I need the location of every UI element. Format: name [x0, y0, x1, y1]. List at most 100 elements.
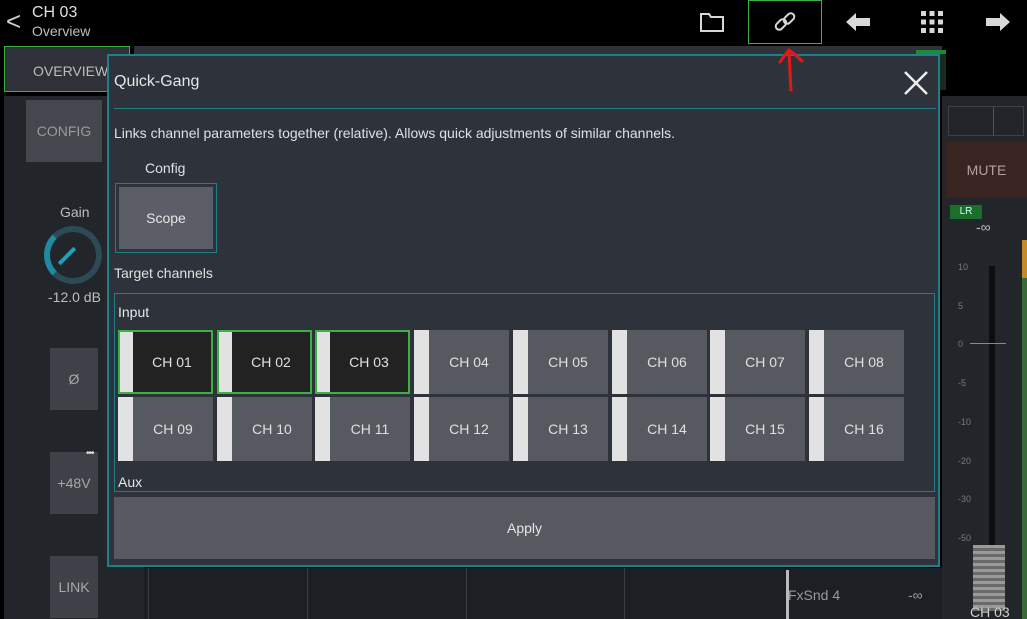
channel-color-strip — [317, 332, 330, 392]
channel-button-ch-09[interactable]: CH 09 — [118, 397, 213, 461]
phase-button[interactable]: Ø — [50, 348, 98, 410]
fader-track — [989, 266, 995, 586]
lr-badge: LR — [950, 205, 982, 219]
fx-send-label: FxSnd 4 — [788, 587, 841, 603]
channel-button-ch-06[interactable]: CH 06 — [612, 330, 707, 394]
divider — [466, 568, 467, 619]
channel-button-label: CH 14 — [647, 421, 687, 437]
dialog-description: Links channel parameters together (relat… — [114, 125, 676, 141]
divider — [624, 568, 625, 619]
gain-value: -12.0 dB — [48, 289, 101, 305]
channel-color-strip — [513, 330, 528, 394]
channel-button-ch-08[interactable]: CH 08 — [809, 330, 904, 394]
channel-button-label: CH 05 — [548, 354, 588, 370]
arrow-right-icon — [985, 13, 1010, 31]
channel-color-strip — [217, 397, 232, 461]
annotation-arrow-icon — [778, 48, 804, 92]
fader-handle[interactable] — [973, 545, 1005, 611]
meter-display — [948, 106, 1024, 136]
channel-button-ch-10[interactable]: CH 10 — [217, 397, 312, 461]
config-section-label: Config — [145, 160, 186, 176]
channel-color-strip — [315, 397, 330, 461]
scale-tick: -50 — [958, 533, 972, 543]
more-icon: ••• — [86, 448, 94, 459]
mute-button[interactable]: MUTE — [946, 142, 1027, 198]
channel-button-ch-12[interactable]: CH 12 — [414, 397, 509, 461]
scale-tick: -5 — [958, 378, 967, 388]
channel-button-ch-14[interactable]: CH 14 — [612, 397, 707, 461]
aux-section-label: Aux — [118, 474, 143, 490]
fader-level: -∞ — [976, 219, 991, 235]
channel-button-label: CH 15 — [745, 421, 785, 437]
back-icon[interactable]: < — [6, 8, 21, 34]
scale-tick: -30 — [958, 494, 972, 504]
channel-color-strip — [612, 397, 627, 461]
channel-button-ch-13[interactable]: CH 13 — [513, 397, 608, 461]
channel-button-label: CH 06 — [647, 354, 687, 370]
channel-button-ch-05[interactable]: CH 05 — [513, 330, 608, 394]
link-side-button[interactable]: LINK — [50, 556, 98, 618]
dialog-divider — [114, 108, 936, 109]
level-meter — [1022, 240, 1027, 619]
channel-button-label: CH 12 — [449, 421, 489, 437]
channel-color-strip — [414, 397, 429, 461]
channel-color-strip — [219, 332, 232, 392]
dialog-title: Quick-Gang — [114, 73, 200, 90]
channel-color-strip — [513, 397, 528, 461]
close-icon — [904, 71, 928, 95]
phantom-power-button[interactable]: +48V — [50, 452, 98, 514]
input-section-label: Input — [118, 304, 150, 320]
channel-button-ch-03[interactable]: CH 03 — [315, 330, 410, 394]
grid-icon — [921, 11, 943, 33]
channel-button-ch-11[interactable]: CH 11 — [315, 397, 410, 461]
channel-button-ch-01[interactable]: CH 01 — [118, 330, 213, 394]
channel-button-ch-07[interactable]: CH 07 — [710, 330, 805, 394]
channel-button-label: CH 13 — [548, 421, 588, 437]
link-icon — [774, 12, 796, 31]
config-button[interactable]: CONFIG — [26, 100, 102, 162]
channel-button-label: CH 10 — [252, 421, 292, 437]
channel-button-ch-16[interactable]: CH 16 — [809, 397, 904, 461]
channel-button-ch-04[interactable]: CH 04 — [414, 330, 509, 394]
scale-tick: 0 — [958, 339, 964, 349]
close-button[interactable] — [901, 68, 931, 98]
channel-button-ch-02[interactable]: CH 02 — [217, 330, 312, 394]
divider — [307, 568, 308, 619]
tab-overview-label: OVERVIEW — [33, 63, 109, 79]
channel-color-strip — [612, 330, 627, 394]
channel-button-label: CH 09 — [153, 421, 193, 437]
previous-button[interactable] — [822, 0, 894, 44]
gain-knob[interactable] — [44, 226, 102, 284]
next-button[interactable] — [968, 0, 1027, 44]
target-channels-panel[interactable]: Input Aux CH 01 CH 02 CH 03 CH 04 CH 05 CH 06… — [114, 293, 935, 492]
scale-tick: 10 — [958, 262, 969, 272]
channel-title: CH 03 — [32, 4, 78, 21]
channel-button-ch-15[interactable]: CH 15 — [710, 397, 805, 461]
grid-button[interactable] — [896, 0, 968, 44]
channel-button-label: CH 11 — [350, 421, 390, 437]
arrow-left-icon — [846, 13, 870, 31]
scale-tick: -20 — [958, 456, 972, 466]
apply-button[interactable]: Apply — [114, 497, 935, 559]
channel-color-strip — [120, 332, 133, 392]
scope-button-label: Scope — [119, 187, 213, 249]
channel-color-strip — [414, 330, 429, 394]
top-bar: < CH 03 Overview — [0, 0, 1027, 44]
fx-send-level: -∞ — [908, 587, 923, 603]
folder-button[interactable] — [676, 0, 748, 44]
channel-button-label: CH 16 — [844, 421, 884, 437]
channel-color-strip — [710, 330, 725, 394]
scale-tick: -10 — [958, 417, 972, 427]
divider — [148, 568, 149, 619]
link-button[interactable] — [748, 0, 822, 44]
fader-channel-label: CH 03 — [970, 604, 1010, 619]
scale-tick: 5 — [958, 301, 964, 311]
channel-button-label: CH 04 — [449, 354, 489, 370]
channel-button-label: CH 03 — [349, 354, 389, 370]
gain-label: Gain — [60, 204, 90, 220]
channel-color-strip — [809, 397, 824, 461]
scope-button[interactable]: Scope — [115, 183, 217, 253]
channel-button-label: CH 08 — [844, 354, 884, 370]
target-channels-label: Target channels — [114, 265, 213, 281]
channel-button-label: CH 01 — [152, 354, 192, 370]
